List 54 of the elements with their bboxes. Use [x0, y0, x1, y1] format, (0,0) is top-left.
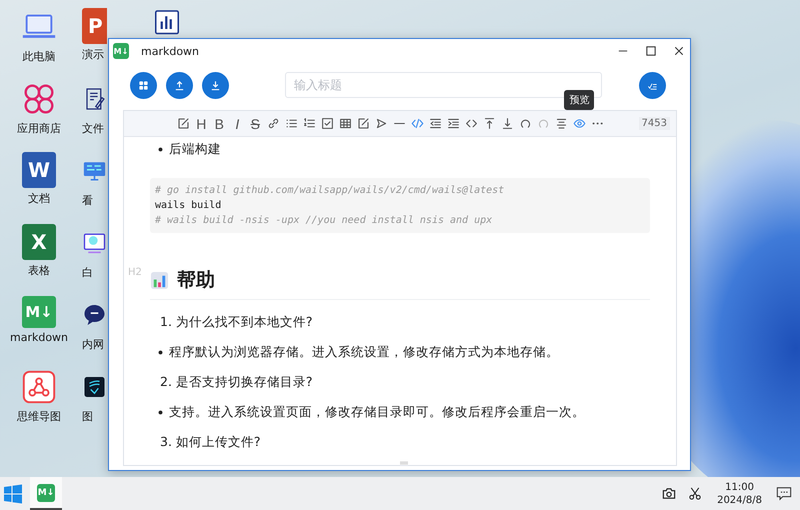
desktop-icon-label[interactable]: markdown [10, 331, 68, 344]
list-item-text: 后端构建 [169, 141, 221, 158]
windows-start-icon[interactable] [3, 484, 23, 504]
code-line: wails build [155, 199, 222, 213]
desktop-icon-label[interactable]: 文件 [82, 121, 104, 136]
desktop-icon-label[interactable]: 白 [82, 265, 93, 280]
word-count: 7453 [638, 117, 670, 130]
section-heading: 帮助 [177, 268, 215, 293]
word-document-icon[interactable]: W [22, 152, 56, 188]
format-button[interactable]: I [230, 114, 245, 132]
window-title: markdown [141, 44, 200, 58]
code-line: # go install github.com/wailsapp/wails/v2/cmd/wails@latest [155, 184, 506, 198]
mind-map-icon[interactable] [20, 368, 58, 406]
desktop-icon-label[interactable]: 看 [82, 193, 93, 208]
maximize-icon[interactable] [646, 46, 656, 56]
menu-button[interactable] [130, 72, 157, 98]
bullet-icon [158, 410, 163, 415]
upload-icon [174, 80, 185, 90]
desktop-icon-label[interactable]: 演示 [82, 47, 104, 62]
presentation-icon[interactable]: P [82, 8, 107, 44]
bullet-icon [158, 147, 163, 152]
download-icon [210, 80, 221, 90]
grid-icon [138, 80, 149, 90]
spreadsheet-icon[interactable]: X [22, 224, 56, 260]
download-button[interactable] [202, 72, 229, 98]
format-button[interactable]: H [194, 114, 209, 132]
code-line: # wails build -nsis -upx //you need install nsis and upx [155, 214, 494, 228]
tooltip: 预览 [564, 90, 594, 110]
numbered-item-text: 1. 为什么找不到本地文件? [159, 314, 313, 331]
format-button[interactable]: B [212, 114, 227, 132]
scissors-icon[interactable] [687, 486, 704, 501]
notification-icon[interactable] [776, 486, 792, 501]
bullet-icon [158, 350, 163, 355]
format-button[interactable]: S [248, 114, 263, 132]
desktop-icon-label[interactable]: 文档 [28, 191, 50, 206]
numbered-item-text: 2. 是否支持切换存储目录? [159, 374, 313, 391]
list-item-text: 程序默认为浏览器存储。进入系统设置，修改存储方式为本地存储。 [169, 344, 559, 361]
clock-time[interactable]: 11:00 [725, 480, 754, 494]
list-item-text: 支持。进入系统设置页面，修改存储目录即可。修改后程序会重启一次。 [169, 404, 585, 421]
upload-button[interactable] [166, 72, 193, 98]
desktop-icon-label[interactable]: 图 [82, 409, 93, 424]
desktop-icon-label[interactable]: 内网 [82, 337, 104, 352]
desktop-icon-label[interactable]: 思维导图 [17, 409, 61, 424]
numbered-item-text: 3. 如何上传文件? [159, 434, 261, 451]
camera-icon[interactable] [661, 486, 678, 501]
markdown-icon: M↓ [113, 43, 129, 59]
publish-button[interactable] [639, 72, 666, 98]
desktop-icon-label[interactable]: 此电脑 [22, 49, 56, 64]
bar-chart-icon [150, 270, 169, 290]
resize-handle-icon[interactable] [400, 461, 408, 465]
clock-date[interactable]: 2024/8/8 [717, 494, 762, 506]
desktop-icon-label[interactable]: 表格 [28, 263, 50, 278]
desktop-icon-label[interactable]: 应用商店 [17, 121, 61, 136]
close-icon[interactable] [674, 46, 684, 56]
